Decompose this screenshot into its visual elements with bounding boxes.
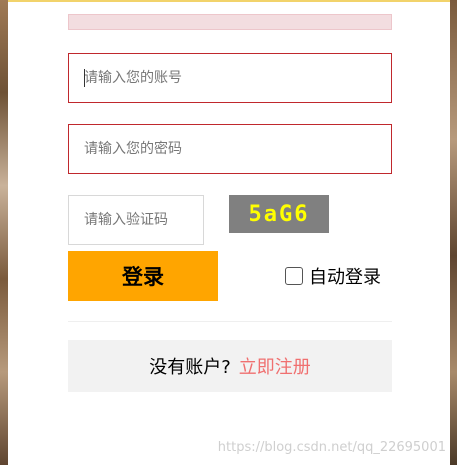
auto-login-checkbox[interactable] [285,267,303,285]
auto-login-option[interactable]: 自动登录 [285,263,381,289]
password-input[interactable] [69,125,391,173]
password-field-container [68,124,392,174]
account-input[interactable] [69,54,391,102]
error-message-bar [68,14,392,30]
no-account-text: 没有账户? [149,357,231,378]
login-panel: 5aG6 登录 自动登录 没有账户? 立即注册 https://blog.csd… [8,0,450,465]
captcha-field-container [68,195,204,245]
background-photo-right [450,0,457,465]
background-photo-left [0,0,8,465]
login-button[interactable]: 登录 [68,251,218,301]
text-caret [84,69,85,87]
watermark-text: https://blog.csdn.net/qq_22695001 [217,440,446,455]
auto-login-label: 自动登录 [309,267,381,288]
account-field-container [68,53,392,103]
captcha-input[interactable] [69,196,203,244]
captcha-image[interactable]: 5aG6 [229,195,329,233]
divider [68,321,392,322]
register-prompt: 没有账户? 立即注册 [68,340,392,392]
register-link[interactable]: 立即注册 [239,353,311,379]
